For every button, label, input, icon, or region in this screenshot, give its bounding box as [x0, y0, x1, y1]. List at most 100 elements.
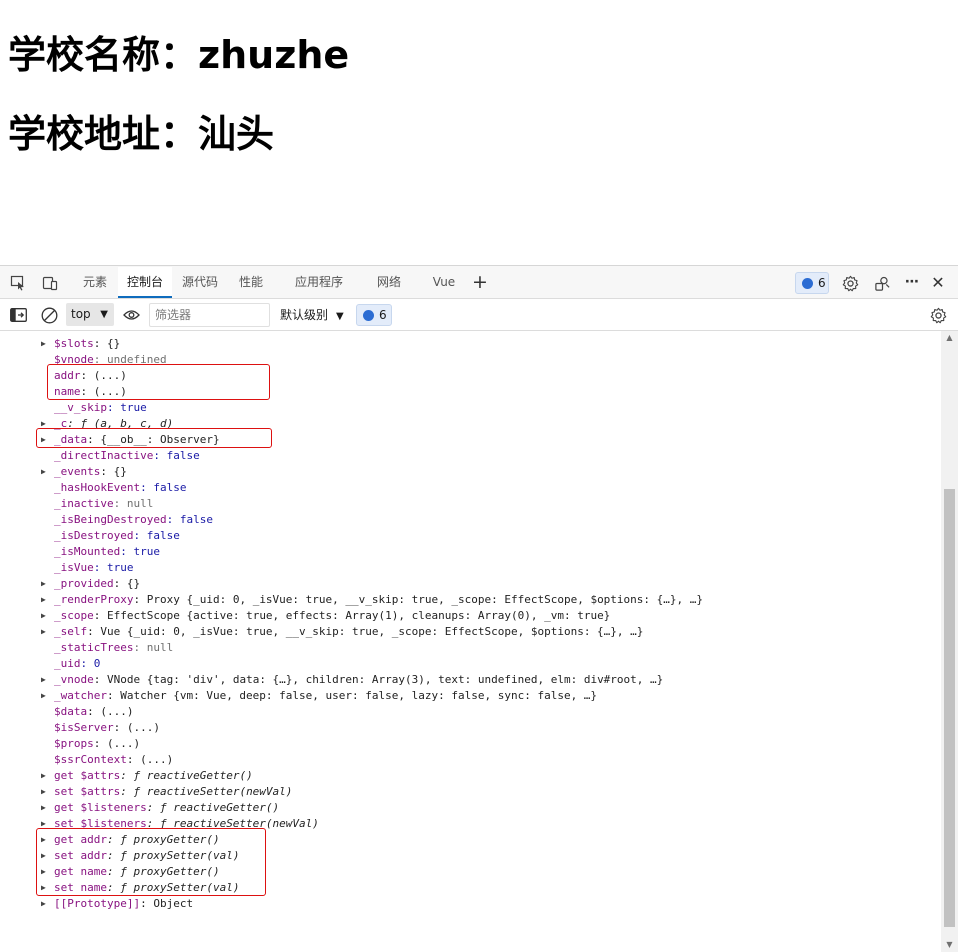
console-property-row[interactable]: ▶ _vnode: VNode {tag: 'div', data: {…}, c… — [0, 672, 940, 688]
console-property-row[interactable]: ▶ get name: ƒ proxyGetter() — [0, 864, 940, 880]
console-property-row: $isServer: (...) — [0, 720, 940, 736]
console-property-row: $vnode: undefined — [0, 352, 940, 368]
console-property-row[interactable]: ▶ get $listeners: ƒ reactiveGetter() — [0, 800, 940, 816]
console-property-row[interactable]: ▶ _self: Vue {_uid: 0, _isVue: true, __v_… — [0, 624, 940, 640]
sidebar-toggle-icon[interactable] — [9, 306, 27, 324]
console-property-row[interactable]: ▶ set name: ƒ proxySetter(val) — [0, 880, 940, 896]
console-issues-badge[interactable]: 6 — [356, 304, 392, 326]
console-property-row: _isMounted: true — [0, 544, 940, 560]
filter-input[interactable] — [149, 303, 270, 327]
expand-triangle-icon[interactable]: ▶ — [41, 800, 51, 816]
property-value: : true — [120, 545, 160, 558]
tab-application[interactable]: 应用程序 — [289, 266, 349, 299]
context-selector[interactable]: top ▼ — [66, 303, 114, 326]
console-property-text: $vnode: undefined — [54, 352, 167, 368]
scroll-up-arrow-icon[interactable]: ▲ — [941, 331, 958, 345]
console-property-row[interactable]: ▶ get $attrs: ƒ reactiveGetter() — [0, 768, 940, 784]
console-property-text: _scope: EffectScope {active: true, effec… — [54, 608, 610, 624]
console-property-row[interactable]: ▶ _c: ƒ (a, b, c, d) — [0, 416, 940, 432]
property-key: _provided — [54, 577, 114, 590]
console-property-row[interactable]: ▶ _watcher: Watcher {vm: Vue, deep: false… — [0, 688, 940, 704]
console-property-row[interactable]: ▶ _data: {__ob__: Observer} — [0, 432, 940, 448]
scrollbar-thumb[interactable] — [944, 489, 955, 927]
expand-triangle-icon[interactable]: ▶ — [41, 832, 51, 848]
console-property-row: _isBeingDestroyed: false — [0, 512, 940, 528]
expand-triangle-icon[interactable]: ▶ — [41, 608, 51, 624]
expand-triangle-icon[interactable]: ▶ — [41, 416, 51, 432]
device-emulation-icon[interactable] — [41, 274, 59, 292]
console-settings-gear-icon[interactable] — [929, 306, 947, 324]
eye-live-expression-icon[interactable] — [122, 306, 140, 324]
settings-gear-icon[interactable] — [841, 274, 859, 292]
expand-triangle-icon[interactable]: ▶ — [41, 848, 51, 864]
console-property-row[interactable]: ▶ $slots: {} — [0, 336, 940, 352]
property-value: : ƒ proxySetter(val) — [106, 849, 240, 862]
property-key: $data — [54, 705, 88, 718]
console-property-row[interactable]: ▶ _events: {} — [0, 464, 940, 480]
property-value: : EffectScope {active: true, effects: Ar… — [93, 609, 611, 622]
property-value: : Object — [140, 897, 194, 910]
more-options-icon[interactable]: ⋯ — [901, 266, 923, 299]
console-property-text: $props: (...) — [54, 736, 140, 752]
issues-badge[interactable]: 6 — [795, 272, 829, 294]
property-key: addr — [54, 369, 81, 382]
property-value: : Proxy {_uid: 0, _isVue: true, __v_skip… — [133, 593, 704, 606]
expand-triangle-icon[interactable]: ▶ — [41, 784, 51, 800]
console-property-text: _inactive: null — [54, 496, 153, 512]
customize-devtools-icon[interactable] — [873, 274, 891, 292]
expand-triangle-icon[interactable]: ▶ — [41, 624, 51, 640]
property-key: $slots — [54, 337, 94, 350]
console-property-row[interactable]: ▶ _scope: EffectScope {active: true, effe… — [0, 608, 940, 624]
tab-network[interactable]: 网络 — [369, 266, 409, 299]
console-property-text: _isDestroyed: false — [54, 528, 180, 544]
property-value: : null — [133, 641, 174, 654]
property-value: : false — [140, 481, 187, 494]
expand-triangle-icon[interactable]: ▶ — [41, 576, 51, 592]
console-property-row[interactable]: ▶ set $listeners: ƒ reactiveSetter(newVal… — [0, 816, 940, 832]
inspect-element-icon[interactable] — [9, 274, 27, 292]
property-value: : ƒ proxyGetter() — [106, 833, 220, 846]
tab-sources[interactable]: 源代码 — [177, 266, 223, 299]
tab-vue[interactable]: Vue — [426, 266, 462, 299]
property-key: _renderProxy — [54, 593, 134, 606]
log-level-dropdown[interactable]: 默认级别 ▼ — [280, 304, 344, 326]
expand-triangle-icon[interactable]: ▶ — [41, 896, 51, 912]
clear-console-icon[interactable] — [40, 306, 58, 324]
console-property-text: _events: {} — [54, 464, 127, 480]
console-output: › ▶$slots: {}$vnode: undefinedaddr: (...… — [0, 331, 940, 952]
console-property-row[interactable]: ▶ get addr: ƒ proxyGetter() — [0, 832, 940, 848]
console-property-text: _data: {__ob__: Observer} — [54, 432, 220, 448]
console-property-text: _vnode: VNode {tag: 'div', data: {…}, ch… — [54, 672, 663, 688]
property-value: : Vue {_uid: 0, _isVue: true, __v_skip: … — [87, 625, 644, 638]
log-level-label: 默认级别 — [280, 308, 329, 322]
issues-count: 6 — [818, 276, 826, 290]
expand-triangle-icon[interactable]: ▶ — [41, 464, 51, 480]
expand-triangle-icon[interactable]: ▶ — [41, 880, 51, 896]
add-tab-button[interactable]: + — [470, 266, 490, 299]
close-devtools-icon[interactable]: ✕ — [928, 266, 948, 299]
property-value: : ƒ reactiveSetter(newVal) — [146, 817, 319, 830]
expand-triangle-icon[interactable]: ▶ — [41, 688, 51, 704]
console-property-row[interactable]: ▶ _provided: {} — [0, 576, 940, 592]
expand-triangle-icon[interactable]: ▶ — [41, 768, 51, 784]
scroll-down-arrow-icon[interactable]: ▼ — [941, 938, 958, 952]
expand-triangle-icon[interactable]: ▶ — [41, 336, 51, 352]
expand-triangle-icon[interactable]: ▶ — [41, 672, 51, 688]
console-property-row[interactable]: ▶ set addr: ƒ proxySetter(val) — [0, 848, 940, 864]
expand-triangle-icon[interactable]: ▶ — [41, 816, 51, 832]
property-key: _watcher — [54, 689, 107, 702]
tab-console[interactable]: 控制台 — [118, 267, 172, 298]
tab-elements[interactable]: 元素 — [75, 266, 115, 299]
expand-triangle-icon[interactable]: ▶ — [41, 592, 51, 608]
console-property-text: __v_skip: true — [54, 400, 147, 416]
tab-performance[interactable]: 性能 — [232, 266, 270, 299]
console-property-row: _uid: 0 — [0, 656, 940, 672]
expand-triangle-icon[interactable]: ▶ — [41, 432, 51, 448]
property-key: set $attrs — [54, 785, 121, 798]
console-property-row: __v_skip: true — [0, 400, 940, 416]
console-property-row[interactable]: ▶ _renderProxy: Proxy {_uid: 0, _isVue: t… — [0, 592, 940, 608]
console-property-row[interactable]: ▶ set $attrs: ƒ reactiveSetter(newVal) — [0, 784, 940, 800]
console-property-row[interactable]: ▶ [[Prototype]]: Object — [0, 896, 940, 912]
console-property-text: _directInactive: false — [54, 448, 200, 464]
expand-triangle-icon[interactable]: ▶ — [41, 864, 51, 880]
